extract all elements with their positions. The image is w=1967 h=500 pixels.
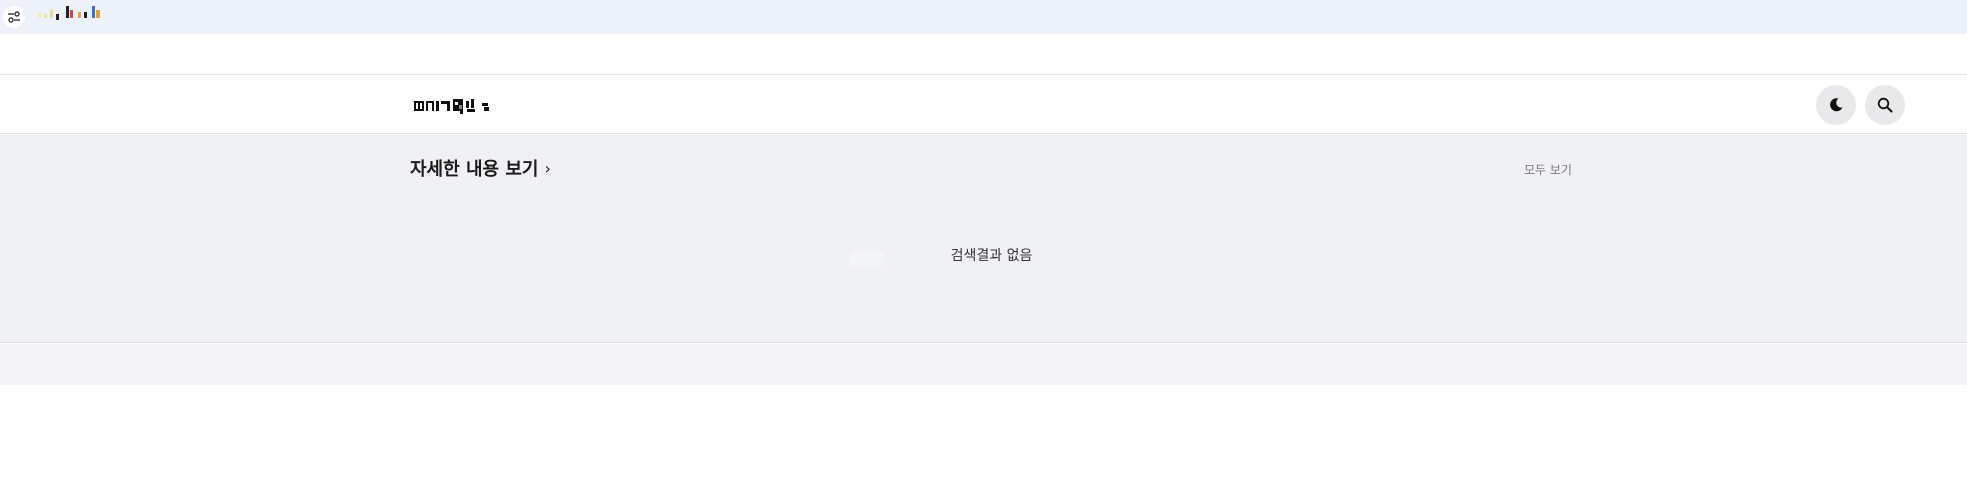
search-icon	[1877, 97, 1893, 113]
chevron-right-icon: ›	[544, 158, 551, 178]
view-all-link[interactable]: 모두 보기	[1524, 161, 1572, 178]
footer-strip	[0, 344, 1967, 385]
section-title: 자세한 내용 보기	[410, 159, 539, 180]
tune-button[interactable]	[3, 6, 25, 28]
search-button[interactable]	[1865, 85, 1905, 125]
top-strip	[0, 0, 1967, 34]
results-section: 자세한 내용 보기 › 모두 보기 검색결과 없음	[0, 135, 1967, 343]
site-header	[0, 74, 1967, 134]
moon-icon	[1830, 98, 1843, 112]
section-title-link[interactable]: 자세한 내용 보기 ›	[410, 155, 551, 181]
theme-toggle-button[interactable]	[1816, 85, 1856, 125]
tune-icon	[8, 11, 20, 23]
brand-logo-small[interactable]	[36, 4, 128, 22]
site-logo[interactable]	[414, 95, 506, 115]
empty-state-message: 검색결과 없음	[950, 248, 1033, 264]
